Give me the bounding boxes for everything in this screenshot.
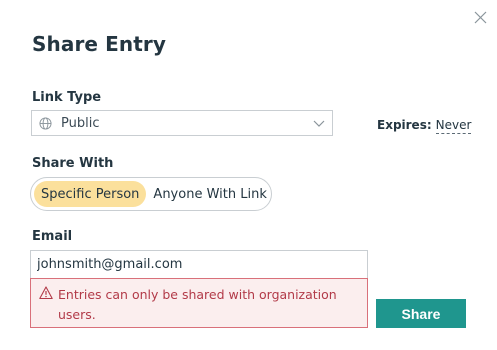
error-message-box: Entries can only be shared with organiza… bbox=[30, 278, 368, 328]
close-icon bbox=[474, 11, 486, 23]
option-specific-person[interactable]: Specific Person bbox=[34, 181, 147, 207]
error-message-text: Entries can only be shared with organiza… bbox=[58, 287, 337, 322]
warning-icon bbox=[39, 286, 53, 300]
link-type-value: Public bbox=[61, 115, 100, 131]
share-button[interactable]: Share bbox=[376, 299, 466, 328]
link-type-select[interactable]: Public bbox=[31, 110, 333, 136]
chevron-down-icon bbox=[313, 120, 325, 127]
globe-icon bbox=[38, 116, 52, 130]
option-anyone-with-link[interactable]: Anyone With Link bbox=[146, 181, 273, 207]
expires-value-link[interactable]: Never bbox=[435, 118, 472, 134]
expires-setting: Expires: Never bbox=[377, 118, 472, 134]
dialog-title: Share Entry bbox=[32, 32, 166, 56]
expires-label: Expires: bbox=[377, 118, 432, 132]
share-with-label: Share With bbox=[32, 156, 114, 171]
email-input[interactable] bbox=[30, 250, 368, 278]
link-type-label: Link Type bbox=[32, 90, 102, 105]
share-entry-dialog: Share Entry Link Type Public Expires: Ne… bbox=[0, 0, 497, 350]
share-with-toggle: Specific Person Anyone With Link bbox=[30, 177, 272, 211]
close-button[interactable] bbox=[468, 5, 492, 29]
email-label: Email bbox=[32, 229, 73, 244]
